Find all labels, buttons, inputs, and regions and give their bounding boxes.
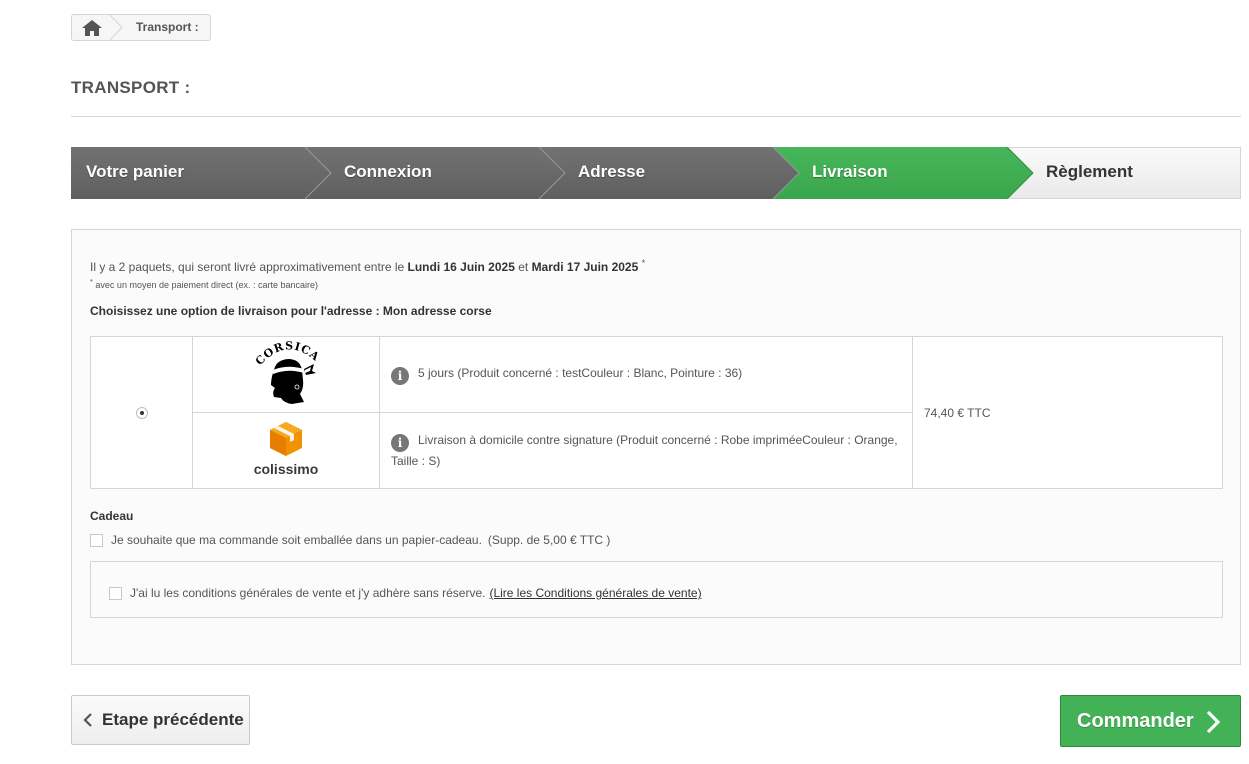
previous-step-label: Etape précédente: [102, 710, 244, 729]
breadcrumb: Transport :: [71, 14, 211, 41]
delivery-estimate: Il y a 2 paquets, qui seront livré appro…: [90, 258, 646, 274]
info-icon: i: [391, 367, 409, 385]
step-address[interactable]: Adresse: [578, 147, 645, 199]
breadcrumb-home-link[interactable]: [72, 15, 112, 40]
order-button[interactable]: Commander: [1060, 695, 1241, 747]
delivery-option-radio[interactable]: [135, 407, 148, 420]
terms-link[interactable]: (Lire les Conditions générales de vente): [489, 586, 701, 600]
info-icon: i: [391, 434, 409, 452]
choose-delivery-label: Choisissez une option de livraison pour …: [90, 304, 492, 318]
breadcrumb-current: Transport :: [136, 20, 199, 34]
delivery-note: * avec un moyen de paiement direct (ex. …: [90, 277, 319, 290]
shipping-options-box: Il y a 2 paquets, qui seront livré appro…: [71, 229, 1241, 665]
step-payment: Règlement: [1046, 162, 1133, 181]
delivery-price: 74,40 € TTC: [912, 336, 1223, 489]
table-row: CORSICA i 5 jours (Produit concerné : tes…: [90, 336, 1223, 489]
step-login[interactable]: Connexion: [344, 147, 432, 199]
delivery-date-end: Mardi 17 Juin 2025: [531, 260, 639, 274]
order-button-label: Commander: [1077, 709, 1194, 732]
gift-title: Cadeau: [90, 509, 134, 523]
terms-checkbox[interactable]: [109, 586, 122, 600]
chevron-left-icon: [83, 713, 92, 727]
terms-box: J'ai lu les conditions générales de vent…: [90, 561, 1223, 618]
carrier-description-cell: i Livraison à domicile contre signature (…: [379, 412, 913, 489]
terms-label[interactable]: J'ai lu les conditions générales de vent…: [130, 586, 485, 600]
delivery-date-start: Lundi 16 Juin 2025: [407, 260, 515, 274]
home-icon: [82, 19, 102, 36]
delivery-options-table: CORSICA i 5 jours (Produit concerné : tes…: [90, 336, 1223, 489]
carrier-description-cell: i 5 jours (Produit concerné : testCouleur…: [379, 336, 913, 413]
gift-option[interactable]: Je souhaite que ma commande soit emballé…: [90, 533, 610, 547]
step-shipping: Livraison: [812, 162, 888, 181]
terms-option[interactable]: J'ai lu les conditions générales de vent…: [109, 586, 702, 600]
colissimo-logo-text: colissimo: [254, 461, 319, 477]
carrier-logo-cell: CORSICA: [192, 336, 380, 413]
gift-supplement: (Supp. de 5,00 € TTC ): [487, 533, 611, 547]
gift-label[interactable]: Je souhaite que ma commande soit emballé…: [111, 533, 482, 547]
chevron-right-icon: [1206, 710, 1221, 734]
carrier-description: 5 jours (Produit concerné : testCouleur …: [418, 366, 743, 380]
previous-step-button[interactable]: Etape précédente: [71, 695, 250, 745]
corsica-logo: CORSICA: [253, 339, 321, 404]
carrier-description: Livraison à domicile contre signature (P…: [391, 433, 898, 468]
title-divider: [71, 116, 1241, 117]
page-title: TRANSPORT :: [71, 78, 191, 97]
option-radio-cell[interactable]: [90, 336, 193, 489]
step-cart[interactable]: Votre panier: [86, 147, 184, 199]
carrier-logo-cell: colissimo: [192, 412, 380, 489]
breadcrumb-separator: [110, 15, 126, 40]
gift-checkbox[interactable]: [90, 533, 103, 547]
checkout-steps: Votre panier Connexion Adresse Livraison…: [71, 147, 1241, 199]
colissimo-logo: colissimo: [254, 422, 319, 477]
